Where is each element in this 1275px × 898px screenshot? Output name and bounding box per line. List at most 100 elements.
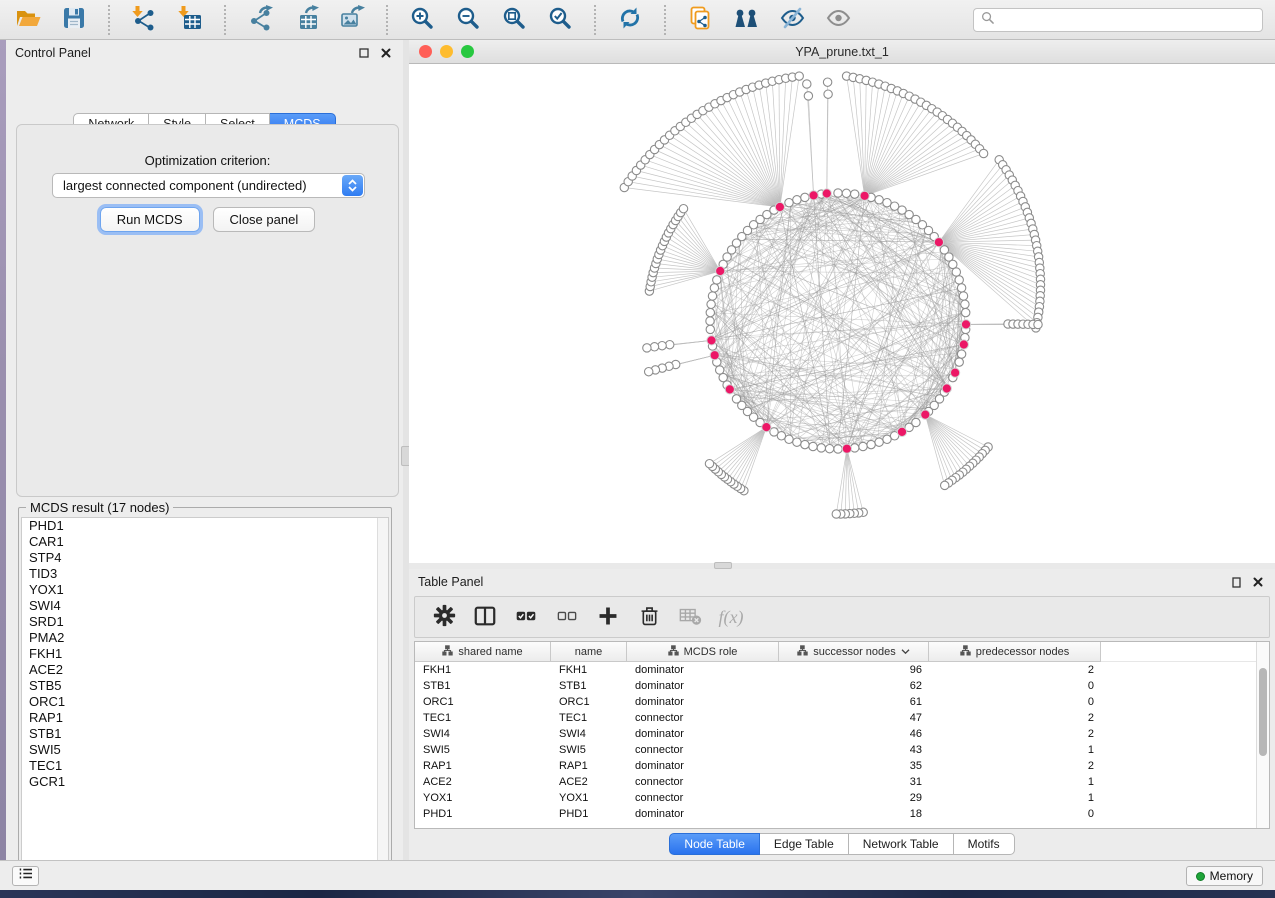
zoom-fit-button[interactable]: [498, 4, 530, 36]
mcds-result-item[interactable]: SWI5: [22, 742, 388, 758]
memory-button[interactable]: Memory: [1186, 866, 1263, 886]
export-table-button[interactable]: [290, 4, 322, 36]
mcds-result-item[interactable]: STB5: [22, 678, 388, 694]
open-session-button[interactable]: [12, 4, 44, 36]
graph-node[interactable]: [817, 444, 825, 452]
export-image-button[interactable]: [336, 4, 368, 36]
graph-leaf-node[interactable]: [803, 80, 811, 88]
mcds-result-item[interactable]: SRD1: [22, 614, 388, 630]
column-header-name[interactable]: name: [551, 642, 627, 662]
mcds-result-item[interactable]: ORC1: [22, 694, 388, 710]
mcds-list-scrollbar[interactable]: [377, 518, 388, 876]
export-network-button[interactable]: [244, 4, 276, 36]
import-table-button[interactable]: [174, 4, 206, 36]
graph-leaf-node[interactable]: [824, 90, 832, 98]
table-row[interactable]: RAP1RAP1dominator352: [415, 758, 1269, 774]
zoom-out-button[interactable]: [452, 4, 484, 36]
float-panel-icon[interactable]: [356, 45, 372, 61]
graph-node[interactable]: [851, 190, 859, 198]
graph-node[interactable]: [834, 189, 842, 197]
table-settings-button[interactable]: [431, 604, 457, 630]
graph-node[interactable]: [732, 395, 740, 403]
graph-node[interactable]: [875, 196, 883, 204]
mcds-result-item[interactable]: SWI4: [22, 598, 388, 614]
graph-node[interactable]: [961, 300, 969, 308]
graph-mcds-node[interactable]: [961, 320, 970, 329]
zoom-in-button[interactable]: [406, 4, 438, 36]
graph-mcds-node[interactable]: [762, 423, 771, 432]
mcds-result-item[interactable]: YOX1: [22, 582, 388, 598]
graph-node[interactable]: [801, 193, 809, 201]
mcds-result-item[interactable]: STP4: [22, 550, 388, 566]
mcds-result-item[interactable]: RAP1: [22, 710, 388, 726]
mcds-result-item[interactable]: GCR1: [22, 774, 388, 790]
mcds-result-item[interactable]: CAR1: [22, 534, 388, 550]
deselect-all-button[interactable]: [554, 604, 580, 630]
tab-network-table[interactable]: Network Table: [849, 833, 954, 855]
table-row[interactable]: YOX1YOX1connector291: [415, 790, 1269, 806]
graph-mcds-node[interactable]: [942, 384, 951, 393]
tab-motifs[interactable]: Motifs: [954, 833, 1015, 855]
graph-mcds-node[interactable]: [716, 266, 725, 275]
graph-leaf-node[interactable]: [650, 343, 658, 351]
graph-node[interactable]: [706, 308, 714, 316]
graph-node[interactable]: [955, 276, 963, 284]
graph-node[interactable]: [793, 438, 801, 446]
table-row[interactable]: STB1STB1dominator620: [415, 678, 1269, 694]
mcds-result-item[interactable]: STB1: [22, 726, 388, 742]
mcds-result-item[interactable]: PMA2: [22, 630, 388, 646]
graph-node[interactable]: [834, 445, 842, 453]
zoom-selected-button[interactable]: [544, 4, 576, 36]
graph-node[interactable]: [842, 189, 850, 197]
first-neighbors-button[interactable]: [730, 4, 762, 36]
search-box[interactable]: [973, 8, 1263, 32]
select-all-button[interactable]: [513, 604, 539, 630]
graph-node[interactable]: [716, 366, 724, 374]
table-scrollbar[interactable]: [1256, 642, 1269, 828]
graph-leaf-node[interactable]: [645, 368, 653, 376]
refresh-view-button[interactable]: [614, 4, 646, 36]
mcds-result-item[interactable]: ACE2: [22, 662, 388, 678]
float-table-panel-icon[interactable]: [1228, 574, 1244, 590]
close-panel-button[interactable]: Close panel: [213, 207, 316, 232]
graph-mcds-node[interactable]: [809, 191, 818, 200]
graph-mcds-node[interactable]: [959, 340, 968, 349]
table-row[interactable]: SWI5SWI5connector431: [415, 742, 1269, 758]
graph-mcds-node[interactable]: [822, 189, 831, 198]
graph-mcds-node[interactable]: [921, 410, 930, 419]
graph-leaf-node[interactable]: [804, 92, 812, 100]
graph-mcds-node[interactable]: [707, 336, 716, 345]
close-panel-icon[interactable]: [378, 45, 394, 61]
graph-leaf-node[interactable]: [823, 78, 831, 86]
tab-node-table[interactable]: Node Table: [669, 833, 760, 855]
graph-node[interactable]: [793, 196, 801, 204]
graph-leaf-node[interactable]: [941, 481, 949, 489]
graph-node[interactable]: [957, 284, 965, 292]
clone-network-button[interactable]: [684, 4, 716, 36]
graph-mcds-node[interactable]: [934, 238, 943, 247]
horizontal-splitter-handle[interactable]: [714, 562, 732, 569]
graph-node[interactable]: [962, 308, 970, 316]
graph-mcds-node[interactable]: [842, 444, 851, 453]
graph-node[interactable]: [867, 440, 875, 448]
graph-node[interactable]: [706, 317, 714, 325]
search-input[interactable]: [999, 12, 1255, 28]
network-canvas[interactable]: [409, 64, 1275, 563]
graph-node[interactable]: [713, 276, 721, 284]
graph-node[interactable]: [801, 440, 809, 448]
table-row[interactable]: ORC1ORC1dominator610: [415, 694, 1269, 710]
mcds-result-item[interactable]: TEC1: [22, 758, 388, 774]
graph-node[interactable]: [875, 438, 883, 446]
graph-leaf-node[interactable]: [679, 205, 687, 213]
graph-node[interactable]: [785, 199, 793, 207]
graph-mcds-node[interactable]: [775, 202, 784, 211]
columns-button[interactable]: [472, 604, 498, 630]
graph-leaf-node[interactable]: [666, 341, 674, 349]
table-scrollbar-thumb[interactable]: [1259, 668, 1267, 756]
graph-node[interactable]: [959, 292, 967, 300]
graph-leaf-node[interactable]: [1034, 320, 1042, 328]
column-header-successor-nodes[interactable]: successor nodes: [779, 642, 929, 662]
mcds-result-item[interactable]: TID3: [22, 566, 388, 582]
table-row[interactable]: PHD1PHD1dominator180: [415, 806, 1269, 822]
graph-leaf-node[interactable]: [705, 460, 713, 468]
